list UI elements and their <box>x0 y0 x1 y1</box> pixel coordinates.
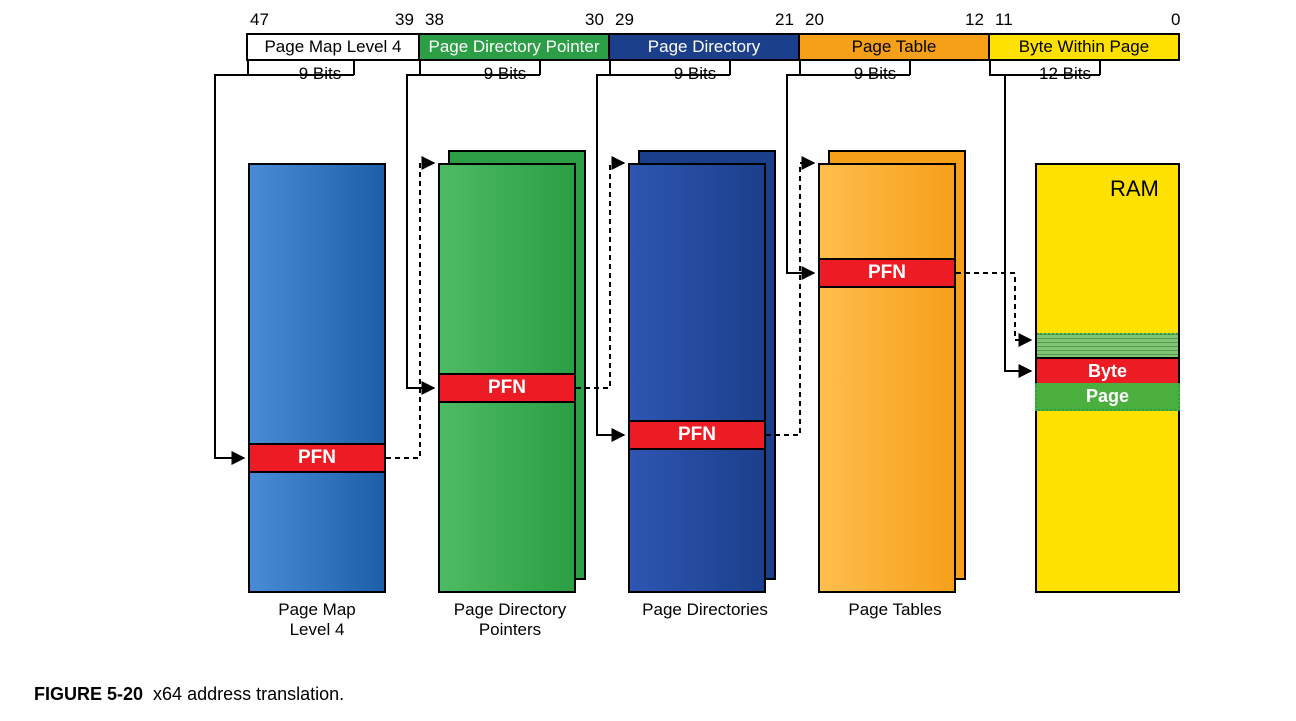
caption-pt: Page Tables <box>820 600 970 620</box>
caption-pdp: Page Directory Pointers <box>430 600 590 640</box>
segment-pml4: Page Map Level 4 <box>246 33 420 61</box>
bit-label-39: 39 <box>395 10 414 30</box>
ram-page: Page <box>1035 383 1180 411</box>
bit-label-47: 47 <box>250 10 269 30</box>
figure-title: x64 address translation. <box>153 684 344 704</box>
bit-label-11: 11 <box>995 10 1013 30</box>
caption-pd: Page Directories <box>625 600 785 620</box>
caption-pdp-text: Page Directory Pointers <box>454 600 566 639</box>
bit-label-20: 20 <box>805 10 824 30</box>
ram-label: RAM <box>1110 176 1159 202</box>
ram-byte: Byte <box>1035 357 1180 385</box>
figure-number: FIGURE 5-20 <box>34 684 143 704</box>
bit-label-30: 30 <box>585 10 604 30</box>
bit-label-0: 0 <box>1171 10 1180 30</box>
segment-pt: Page Table <box>798 33 990 61</box>
bit-label-21: 21 <box>775 10 794 30</box>
x64-address-translation-diagram: 47 39 38 30 29 21 20 12 11 0 Page Map Le… <box>0 0 1296 721</box>
bit-label-12: 12 <box>965 10 984 30</box>
bits-bwp: 12 Bits <box>1030 64 1100 84</box>
bits-pdp: 9 Bits <box>470 64 540 84</box>
table-pml4 <box>248 163 386 593</box>
pfn-pt: PFN <box>818 258 956 288</box>
bits-pml4: 9 Bits <box>285 64 355 84</box>
segment-bwp: Byte Within Page <box>988 33 1180 61</box>
bit-label-38: 38 <box>425 10 444 30</box>
figure-caption: FIGURE 5-20 x64 address translation. <box>34 684 344 705</box>
table-pt-front <box>818 163 956 593</box>
pfn-pml4: PFN <box>248 443 386 473</box>
caption-pml4-text: Page Map Level 4 <box>278 600 356 639</box>
segment-pd: Page Directory <box>608 33 800 61</box>
pfn-pdp: PFN <box>438 373 576 403</box>
pfn-pd: PFN <box>628 420 766 450</box>
bits-pt: 9 Bits <box>840 64 910 84</box>
bit-label-29: 29 <box>615 10 634 30</box>
ram-page-top <box>1037 333 1178 359</box>
segment-pdp: Page Directory Pointer <box>418 33 610 61</box>
table-pd-front <box>628 163 766 593</box>
bits-pd: 9 Bits <box>660 64 730 84</box>
caption-pml4: Page Map Level 4 <box>248 600 386 640</box>
